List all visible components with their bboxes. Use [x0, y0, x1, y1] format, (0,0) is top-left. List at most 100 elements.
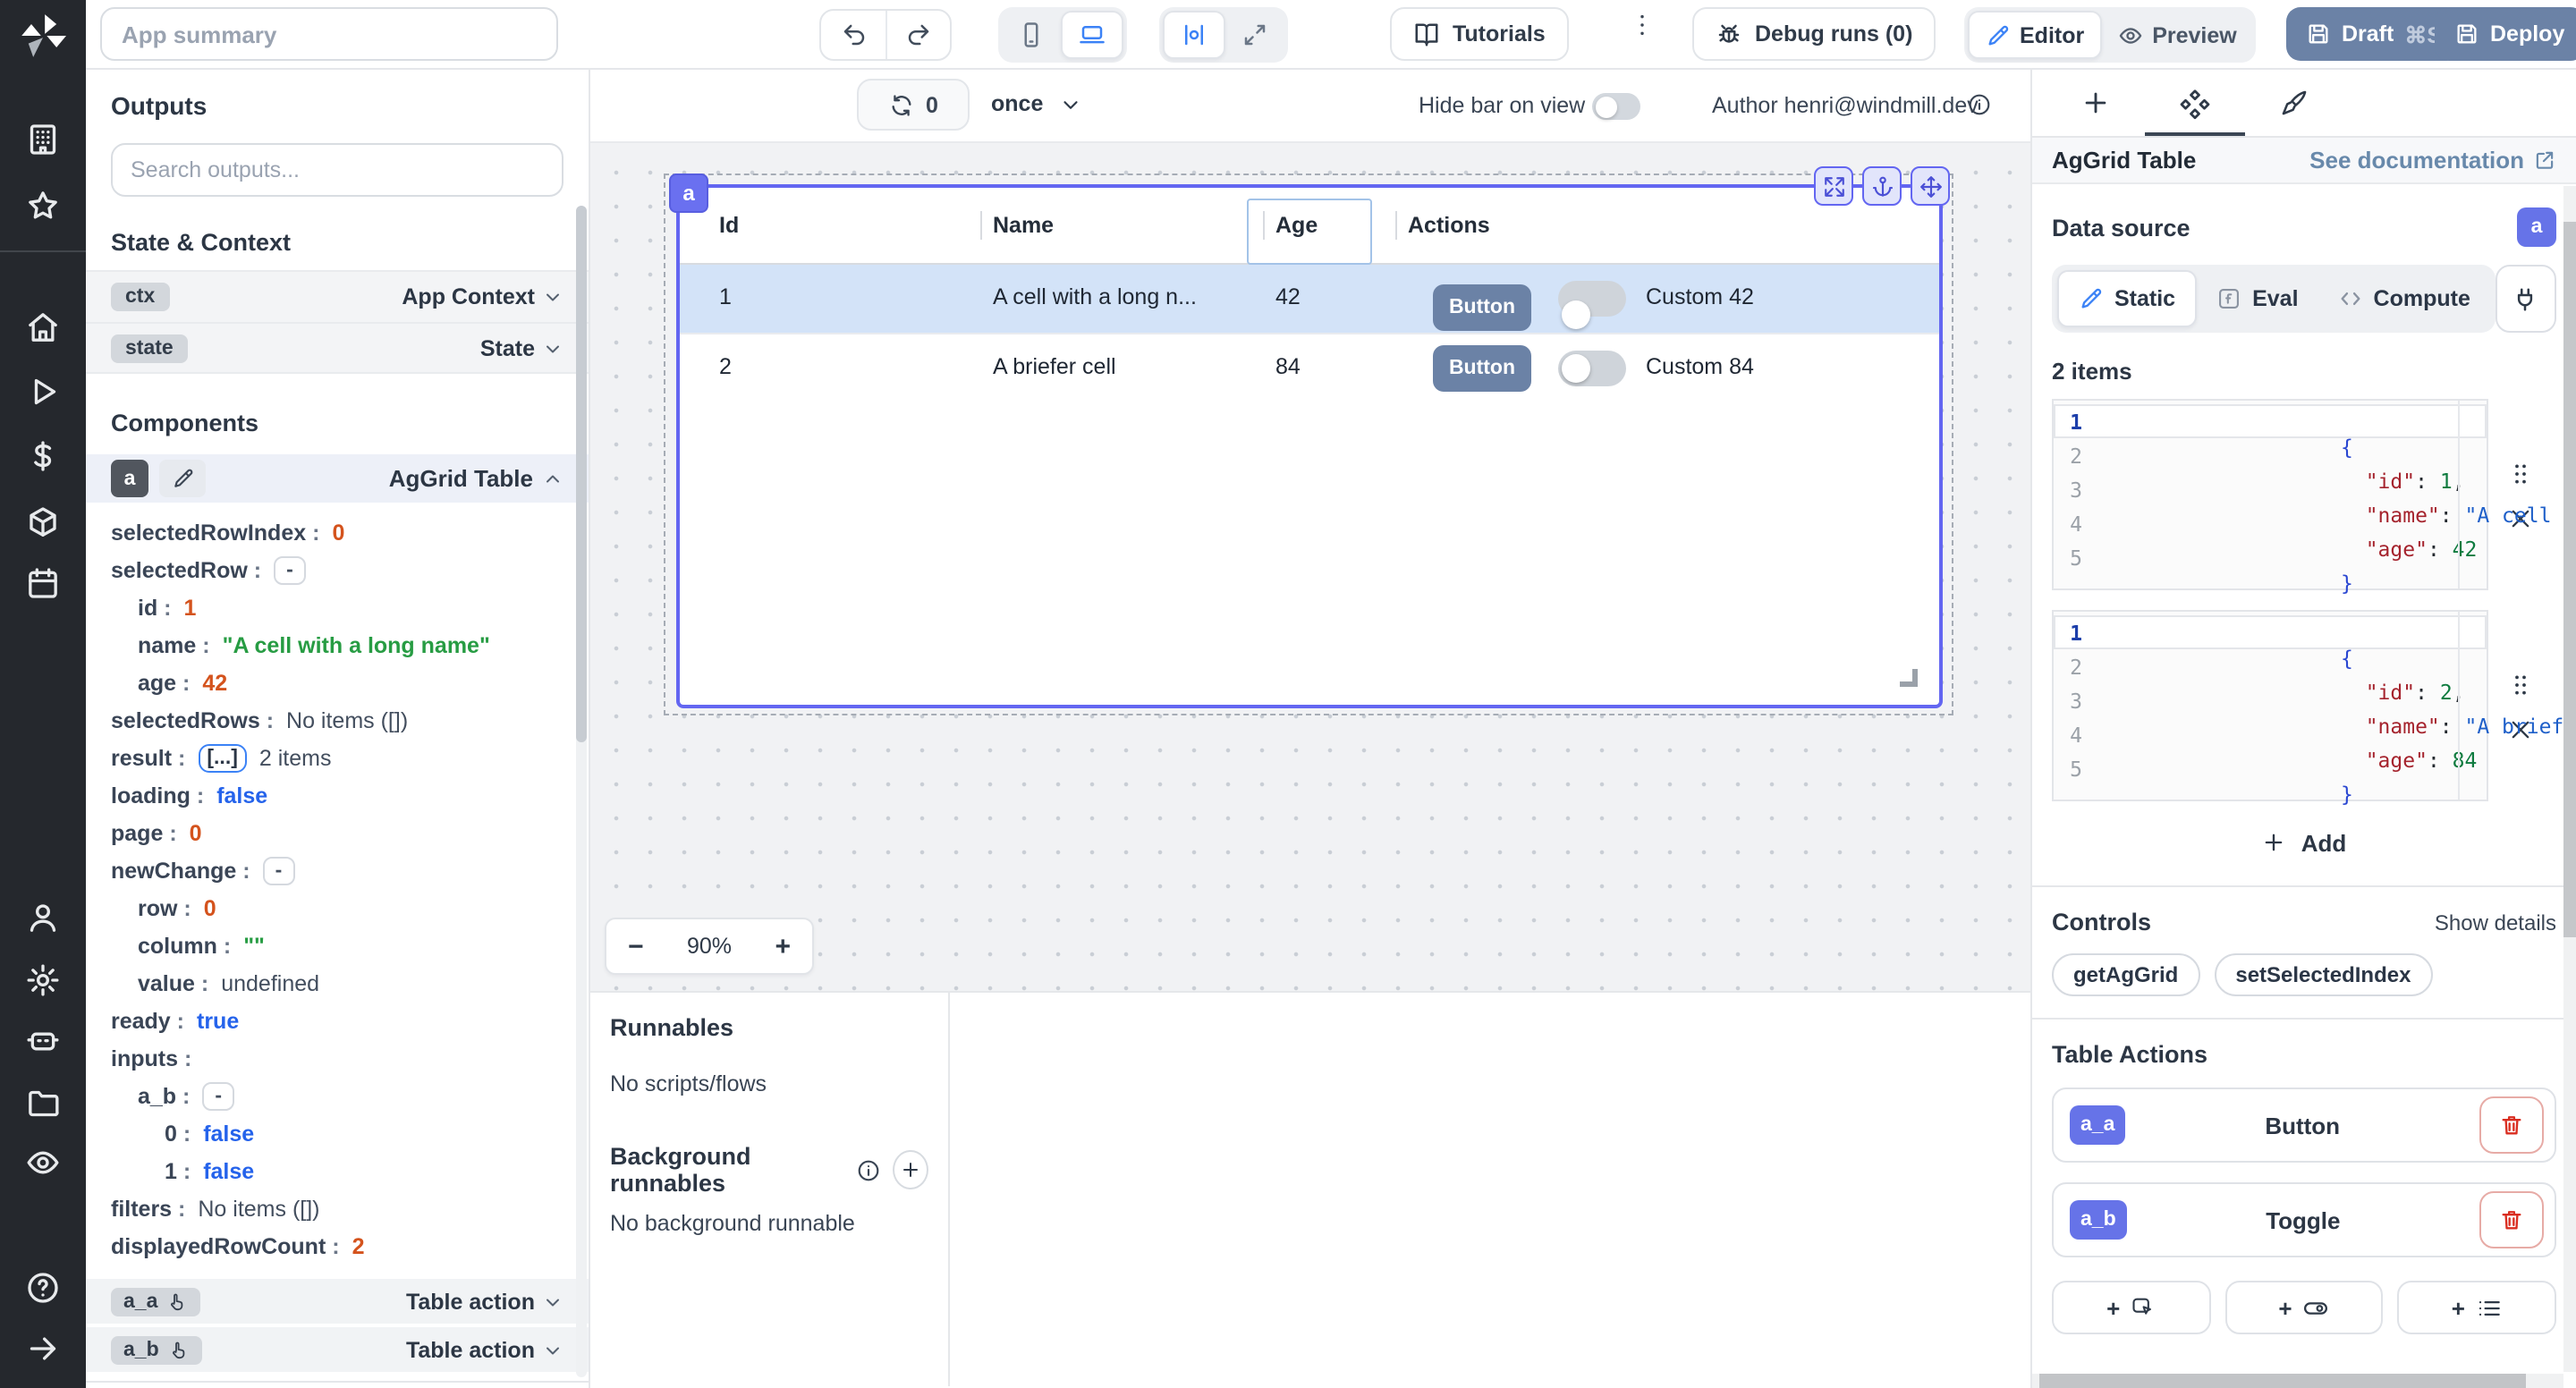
output-prop-row[interactable]: 1 false [111, 1152, 564, 1189]
output-prop-row[interactable]: selectedRowIndex 0 [111, 513, 564, 551]
info-icon[interactable] [857, 1158, 880, 1181]
resources-cube-icon[interactable] [25, 504, 61, 540]
output-prop-row[interactable]: row 0 [111, 889, 564, 927]
output-prop-row[interactable]: result [...] 2 items [111, 739, 564, 776]
anchor-component-handle[interactable] [1862, 166, 1902, 206]
collapse-arrow-icon[interactable] [25, 1331, 61, 1367]
selected-component-tag[interactable]: a [669, 174, 708, 213]
aggrid-table-component[interactable]: Id Name Age Actions 1 A cell wit [676, 184, 1943, 708]
inspector-vertical-scrollbar[interactable] [2563, 186, 2576, 1372]
home-icon[interactable] [25, 309, 61, 345]
outputs-scrollbar[interactable] [576, 206, 587, 1377]
fullwidth-layout-button[interactable] [1225, 11, 1284, 59]
zoom-in-button[interactable]: + [775, 933, 791, 960]
column-header-actions[interactable]: Actions [1408, 213, 1490, 238]
output-prop-row[interactable]: loading false [111, 776, 564, 814]
users-icon[interactable] [25, 900, 61, 935]
tab-insert-component[interactable] [2046, 70, 2145, 136]
undo-button[interactable] [821, 11, 886, 59]
tab-component-settings[interactable] [2145, 70, 2245, 136]
output-prop-row[interactable]: displayedRowCount 2 [111, 1227, 564, 1265]
table-action-output-row[interactable]: a_a Table action [86, 1279, 589, 1327]
output-prop-row[interactable]: 0 false [111, 1114, 564, 1152]
move-component-handle[interactable] [1911, 166, 1950, 206]
table-action-card[interactable]: a_a Button [2052, 1088, 2556, 1163]
audit-eye-icon[interactable] [25, 1145, 61, 1181]
output-prop-row[interactable]: selectedRow - [111, 551, 564, 588]
mode-eval-button[interactable]: Eval [2197, 270, 2318, 327]
mobile-view-button[interactable] [1002, 11, 1061, 59]
output-prop-row[interactable]: selectedRows No items ([]) [111, 701, 564, 739]
info-icon[interactable] [1968, 93, 1991, 116]
scrollbar-thumb[interactable] [576, 206, 587, 742]
desktop-view-button[interactable] [1061, 11, 1123, 59]
table-row[interactable]: 2 A briefer cell 84 Button Custom 84 [680, 333, 1939, 399]
row-action-toggle[interactable] [1558, 281, 1626, 317]
add-button-action-button[interactable]: + [2052, 1281, 2210, 1334]
runs-play-icon[interactable] [25, 374, 61, 410]
output-prop-row[interactable]: column "" [111, 927, 564, 964]
workspace-icon[interactable] [25, 122, 61, 157]
output-prop-row[interactable]: newChange - [111, 851, 564, 889]
expand-component-handle[interactable] [1814, 166, 1853, 206]
tutorials-button[interactable]: Tutorials [1390, 7, 1569, 61]
context-row[interactable]: ctx App Context [86, 270, 589, 322]
favorites-star-icon[interactable] [25, 188, 61, 224]
row-action-button[interactable]: Button [1433, 284, 1531, 331]
app-summary-input[interactable] [100, 7, 558, 61]
trigger-mode-dropdown[interactable] [1059, 93, 1082, 116]
rename-component-button[interactable] [159, 460, 206, 497]
inspector-horizontal-scrollbar[interactable] [2032, 1374, 2563, 1388]
deploy-button[interactable]: Deploy [2435, 7, 2576, 61]
debug-runs-button[interactable]: Debug runs (0) [1692, 7, 1936, 61]
output-prop-row[interactable]: filters No items ([]) [111, 1189, 564, 1227]
redo-button[interactable] [886, 11, 950, 59]
search-outputs-input[interactable] [111, 143, 564, 197]
output-prop-row[interactable]: value undefined [111, 964, 564, 1002]
more-menu-button[interactable] [1628, 11, 1657, 39]
add-item-button[interactable]: Add [2052, 821, 2556, 864]
context-row[interactable]: state State [86, 322, 589, 374]
column-header-id[interactable]: Id [719, 213, 739, 238]
table-row[interactable]: 1 A cell with a long n... 42 Button Cust… [680, 265, 1939, 333]
center-layout-button[interactable] [1163, 11, 1225, 59]
hide-bar-toggle[interactable] [1592, 93, 1640, 120]
row-action-button[interactable]: Button [1433, 345, 1531, 392]
component-outputs-header[interactable]: a AgGrid Table [86, 454, 589, 503]
table-action-card[interactable]: a_b Toggle [2052, 1182, 2556, 1257]
column-header-age[interactable]: Age [1275, 213, 1318, 238]
column-header-name[interactable]: Name [993, 213, 1054, 238]
variables-dollar-icon[interactable] [25, 438, 61, 474]
output-prop-row[interactable]: inputs [111, 1039, 564, 1077]
zoom-out-button[interactable]: − [628, 933, 644, 960]
mode-static-button[interactable]: Static [2057, 270, 2197, 327]
show-details-link[interactable]: Show details [2435, 910, 2556, 935]
folders-icon[interactable] [25, 1086, 61, 1121]
control-button[interactable]: getAgGrid [2052, 953, 2199, 996]
trigger-mode-label[interactable]: once [991, 91, 1043, 116]
output-prop-row[interactable]: ready true [111, 1002, 564, 1039]
add-select-action-button[interactable]: + [2398, 1281, 2556, 1334]
scrollbar-thumb[interactable] [2039, 1374, 2526, 1388]
see-documentation-link[interactable]: See documentation [2309, 147, 2556, 174]
connect-plug-button[interactable] [2496, 265, 2556, 333]
tab-styling[interactable] [2245, 70, 2343, 136]
delete-action-button[interactable] [2479, 1096, 2544, 1154]
editor-tab[interactable]: Editor [1968, 11, 2102, 59]
table-resize-handle[interactable] [1900, 669, 1918, 687]
output-prop-row[interactable]: name "A cell with a long name" [111, 626, 564, 664]
code-editor[interactable]: 1 { 2 [2052, 610, 2488, 801]
scrollbar-thumb[interactable] [2563, 222, 2576, 937]
output-prop-row[interactable]: id 1 [111, 588, 564, 626]
output-prop-row[interactable]: a_b - [111, 1077, 564, 1114]
add-toggle-action-button[interactable]: + [2224, 1281, 2383, 1334]
schedules-calendar-icon[interactable] [25, 565, 61, 601]
output-prop-row[interactable]: age 42 [111, 664, 564, 701]
preview-tab[interactable]: Preview [2102, 11, 2253, 59]
mode-compute-button[interactable]: Compute [2318, 270, 2490, 327]
settings-gear-icon[interactable] [25, 962, 61, 998]
table-action-output-row[interactable]: a_b Table action [86, 1327, 589, 1375]
windmill-logo-icon[interactable] [20, 13, 66, 59]
control-button[interactable]: setSelectedIndex [2214, 953, 2432, 996]
refresh-count-box[interactable]: 0 [857, 79, 970, 131]
